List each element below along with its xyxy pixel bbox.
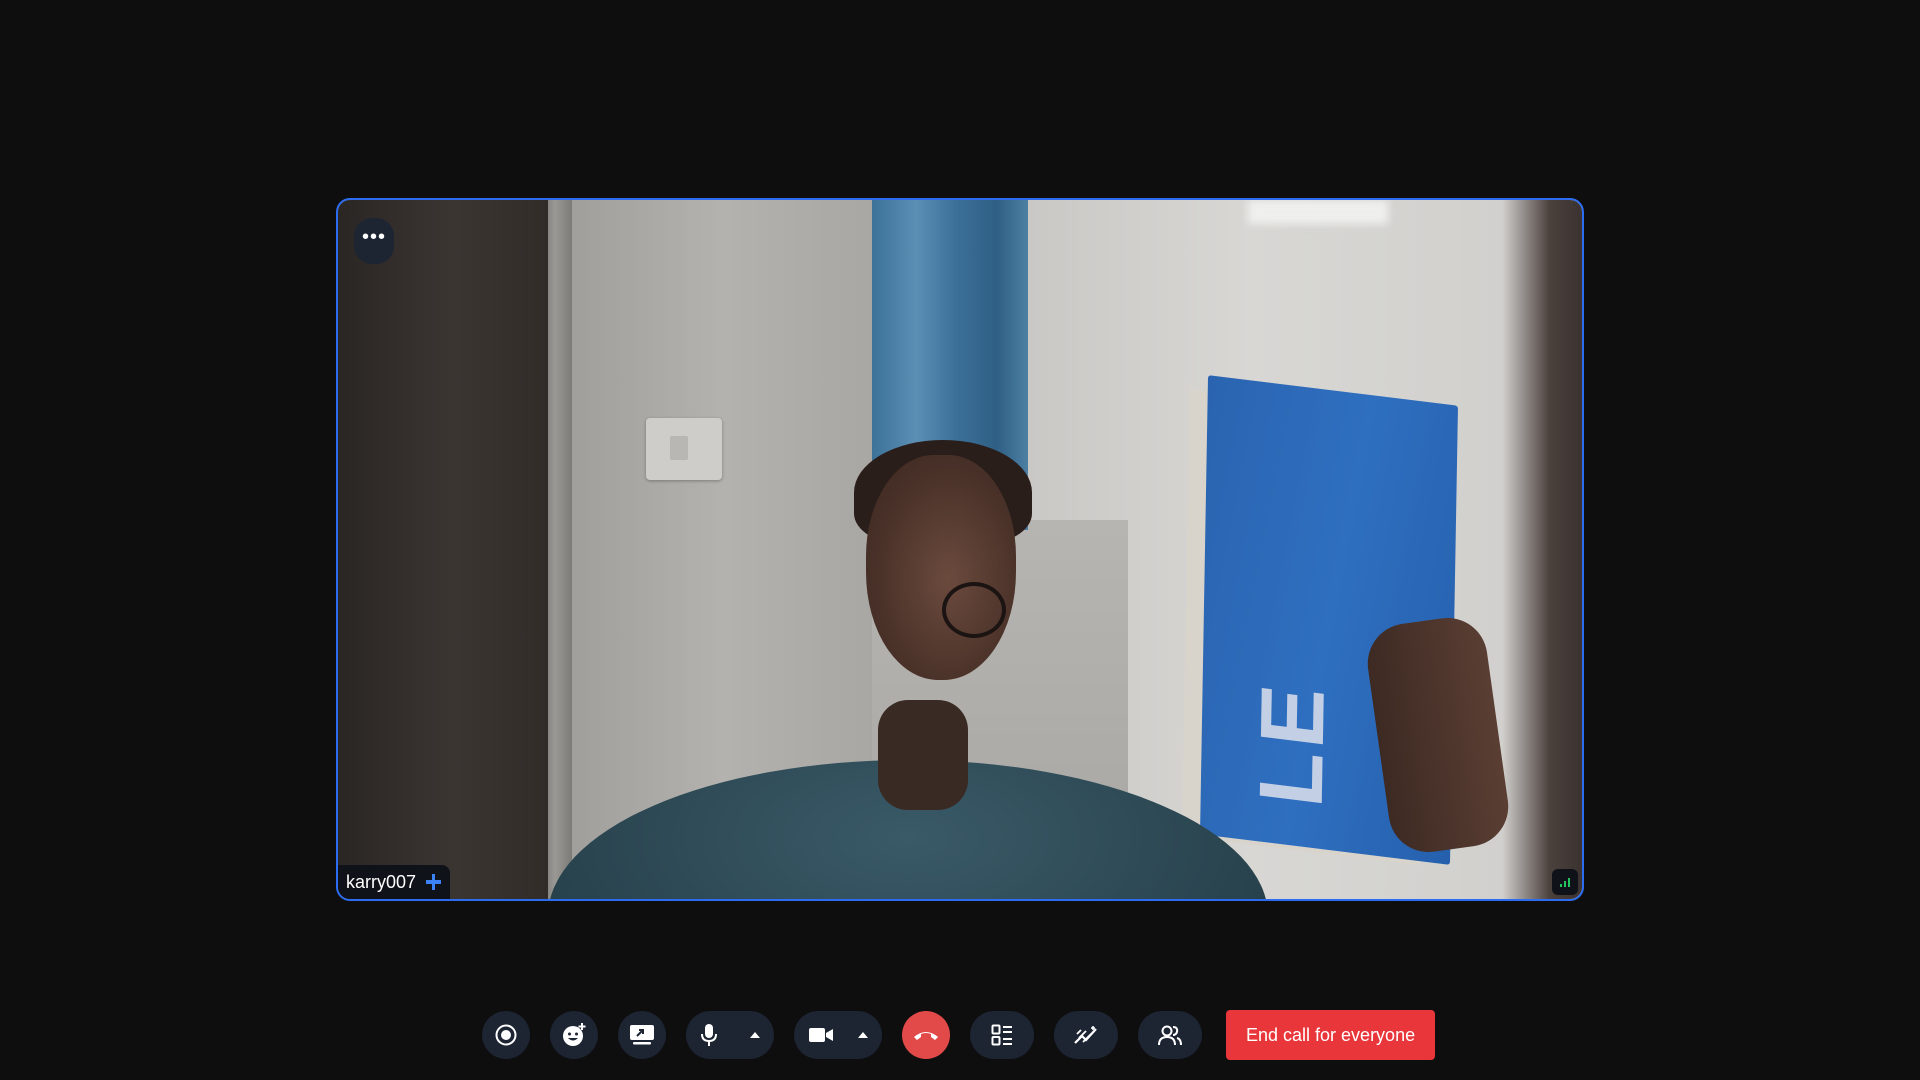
camera-control [794,1011,882,1059]
participants-button[interactable] [1138,1011,1202,1059]
screen-share-icon [630,1025,654,1045]
reactions-button[interactable] [550,1011,598,1059]
leave-call-button[interactable] [902,1011,950,1059]
camera-options-caret-icon[interactable] [858,1032,868,1038]
video-feed: LE [338,200,1582,899]
tile-more-options-button[interactable]: ••• [354,218,394,264]
microphone-icon[interactable] [700,1023,718,1047]
end-call-for-everyone-button[interactable]: End call for everyone [1226,1010,1436,1060]
pin-icon[interactable] [426,874,442,890]
microphone-options-caret-icon[interactable] [750,1032,760,1038]
participant-video-tile[interactable]: LE ••• karry007 [336,198,1584,901]
meeting-stage: LE ••• karry007 End call for everyone [0,0,1920,1080]
participant-nametag: karry007 [338,865,451,899]
call-controls-bar: End call for everyone [482,1010,1436,1060]
layout-icon [991,1024,1012,1046]
more-horizontal-icon: ••• [361,226,386,248]
emoji-add-icon [563,1023,586,1046]
screen-share-button[interactable] [618,1011,666,1059]
record-icon [495,1024,517,1046]
record-button[interactable] [482,1011,530,1059]
participants-icon [1158,1025,1182,1046]
phone-hangup-icon [914,1032,938,1040]
whiteboard-icon [1074,1026,1097,1044]
microphone-control [686,1011,774,1059]
whiteboard-button[interactable] [1054,1011,1118,1059]
participant-name: karry007 [346,871,417,892]
video-camera-icon[interactable] [808,1026,834,1044]
layout-button[interactable] [970,1011,1034,1059]
network-signal-icon [1552,869,1578,895]
